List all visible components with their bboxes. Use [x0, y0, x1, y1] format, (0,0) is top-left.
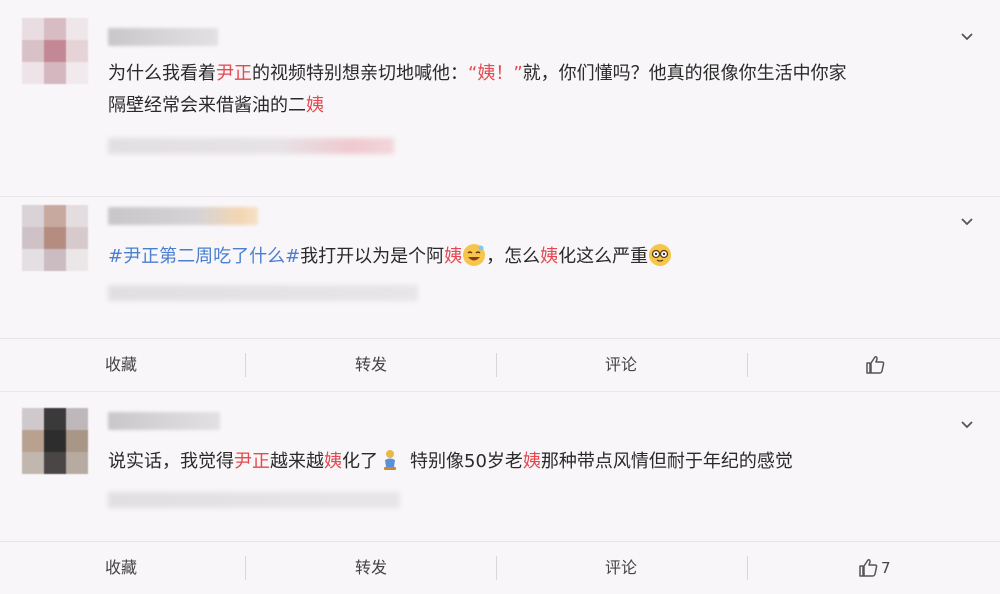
username-redacted[interactable]: [108, 28, 218, 46]
chevron-down-icon[interactable]: [960, 418, 974, 432]
like-count: 7: [881, 559, 891, 577]
comment-card-3: 说实话，我觉得尹正越来越姨化了 特别像50岁老姨那种带点风情但耐于年纪的感觉: [0, 391, 1000, 542]
like-icon[interactable]: [864, 354, 886, 376]
comment-text: 为什么我看着尹正的视频特别想亲切地喊他：“姨！”就，你们懂吗？他真的很像你生活中…: [108, 63, 847, 116]
like-icon[interactable]: [857, 557, 879, 579]
meta-info-redacted: [108, 492, 400, 508]
name-highlight: 尹正: [216, 63, 252, 84]
divider: [245, 353, 246, 377]
glasses-face-emoji: [649, 244, 672, 266]
divider: [245, 556, 246, 580]
divider: [747, 353, 748, 377]
username-redacted[interactable]: [108, 412, 220, 430]
avatar[interactable]: [22, 408, 88, 474]
meta-info-redacted: [108, 285, 418, 301]
comment-card-1: 为什么我看着尹正的视频特别想亲切地喊他：“姨！”就，你们懂吗？他真的很像你生活中…: [0, 0, 1000, 196]
comment-button[interactable]: 评论: [605, 339, 637, 391]
hashtag-link[interactable]: #尹正第二周吃了什么#: [108, 246, 300, 267]
divider: [496, 556, 497, 580]
favorite-button[interactable]: 收藏: [105, 542, 137, 594]
divider: [747, 556, 748, 580]
comment-card-2: #尹正第二周吃了什么#我打开以为是个阿姨 ，怎么姨化这么严重: [0, 196, 1000, 339]
comment-button[interactable]: 评论: [605, 542, 637, 594]
chevron-down-icon[interactable]: [960, 215, 974, 229]
action-bar: 收藏 转发 评论: [0, 338, 1000, 391]
avatar[interactable]: [22, 205, 88, 271]
action-bar: 收藏 转发 评论 7: [0, 541, 1000, 594]
person-kneeling-emoji: [384, 450, 396, 470]
divider: [496, 353, 497, 377]
comment-text: 说实话，我觉得尹正越来越姨化了 特别像50岁老姨那种带点风情但耐于年纪的感觉: [108, 446, 793, 478]
favorite-button[interactable]: 收藏: [105, 339, 137, 391]
repost-button[interactable]: 转发: [355, 542, 387, 594]
laughing-face-emoji: [463, 244, 486, 266]
name-highlight: 尹正: [234, 451, 270, 472]
repost-button[interactable]: 转发: [355, 339, 387, 391]
avatar[interactable]: [22, 18, 88, 84]
chevron-down-icon[interactable]: [960, 30, 974, 44]
quote-highlight: “姨！”: [468, 63, 523, 84]
username-redacted[interactable]: [108, 207, 258, 225]
meta-info-redacted: [108, 138, 394, 154]
comment-text: #尹正第二周吃了什么#我打开以为是个阿姨 ，怎么姨化这么严重: [108, 241, 672, 273]
